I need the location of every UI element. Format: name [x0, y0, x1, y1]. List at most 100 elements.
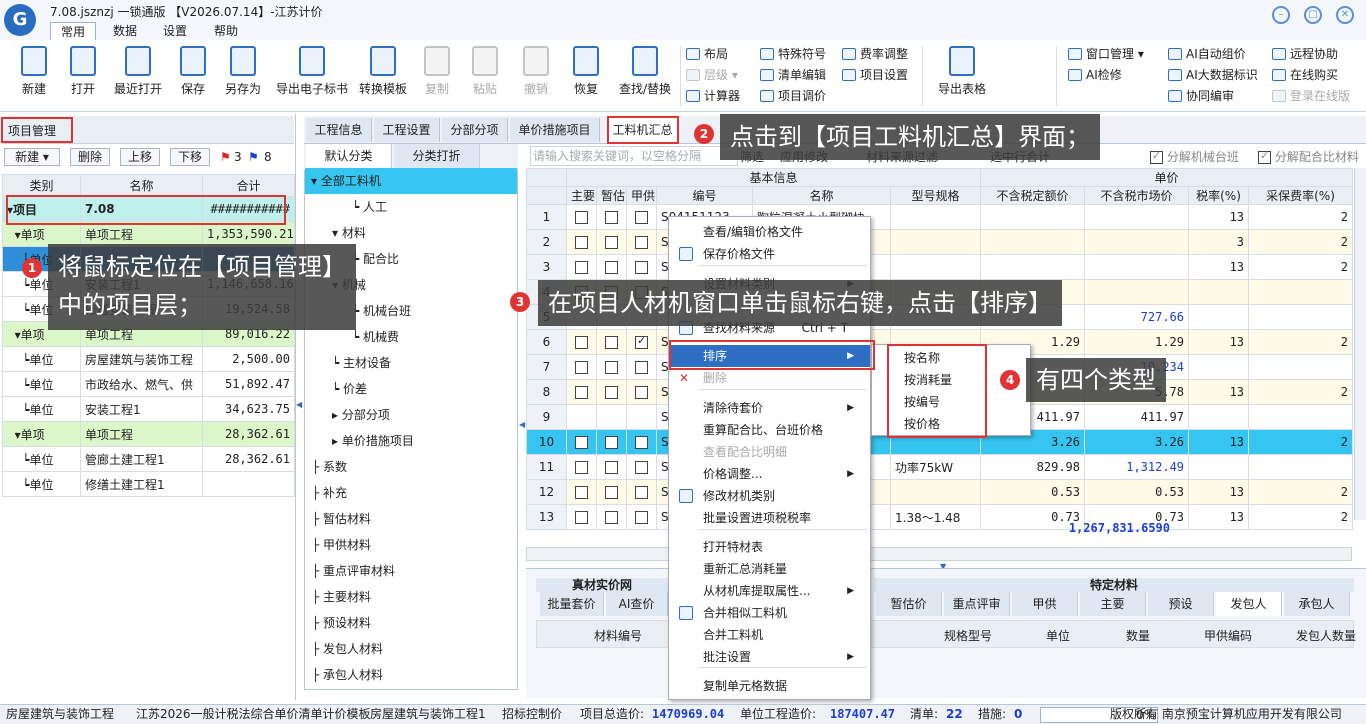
- tree-node[interactable]: ├ 系数: [312, 454, 347, 480]
- table-row[interactable]: ┕单位 安装工程1 34,623.75: [2, 396, 295, 422]
- tax-rate-cell[interactable]: [1188, 454, 1250, 480]
- table-row[interactable]: ┕单位 修缮土建工程1: [2, 471, 295, 497]
- tab-settings[interactable]: 设置: [152, 22, 198, 40]
- quota-price-cell[interactable]: [980, 254, 1086, 280]
- checkbox-cell[interactable]: [596, 454, 627, 480]
- fee-rate-cell[interactable]: 2: [1248, 229, 1354, 255]
- blue-flag-icon[interactable]: ⚑: [248, 150, 259, 164]
- checkbox-cell[interactable]: [566, 204, 597, 230]
- checkbox-cell[interactable]: [566, 504, 597, 530]
- special-tab[interactable]: 甲供: [1012, 592, 1078, 616]
- menu-item[interactable]: 合并工料机: [669, 624, 870, 646]
- grid-row[interactable]: 2S032: [526, 229, 1354, 255]
- market-price-cell[interactable]: 727.66: [1084, 304, 1190, 330]
- checkbox-cell[interactable]: [626, 429, 657, 455]
- menu-item[interactable]: 查看/编辑价格文件: [669, 221, 870, 243]
- menu-item[interactable]: 保存价格文件: [669, 243, 870, 265]
- fee-rate-cell[interactable]: [1248, 354, 1354, 380]
- remote-assist-button[interactable]: 远程协助: [1272, 44, 1338, 64]
- search-input[interactable]: 请输入搜索关键词，以空格分隔: [530, 146, 738, 166]
- special-tab[interactable]: 重点评审: [944, 592, 1010, 616]
- checkbox-cell[interactable]: [566, 454, 597, 480]
- tree-node[interactable]: ├ 承包人材料: [312, 662, 383, 688]
- market-price-cell[interactable]: [1084, 204, 1190, 230]
- table-row[interactable]: ┕单位 房屋建筑与装饰工程 2,500.00: [2, 346, 295, 372]
- ai-price-button[interactable]: AI查价: [606, 592, 668, 616]
- ai-auto-price-button[interactable]: AI自动组价: [1168, 44, 1246, 64]
- fee-rate-cell[interactable]: [1248, 454, 1354, 480]
- collapse-left-icon[interactable]: ◀: [296, 400, 302, 409]
- quota-price-cell[interactable]: [980, 204, 1086, 230]
- fee-rate-cell[interactable]: 2: [1248, 204, 1354, 230]
- checkbox-cell[interactable]: [626, 379, 657, 405]
- menu-item[interactable]: 修改材机类别: [669, 485, 870, 507]
- restore-icon[interactable]: ▢: [1304, 6, 1322, 24]
- fee-rate-cell[interactable]: 2: [1248, 379, 1354, 405]
- spec-cell[interactable]: [889, 254, 982, 280]
- grid-horizontal-scrollbar[interactable]: [526, 547, 1352, 561]
- tree-node[interactable]: ▾ 全部工料机: [305, 168, 517, 194]
- tree-node[interactable]: ┕ 机械台班: [352, 298, 411, 324]
- table-row[interactable]: ▾单项 单项工程 28,362.61: [2, 421, 295, 447]
- export-table-button[interactable]: 导出表格: [934, 44, 990, 108]
- fee-rate-cell[interactable]: 2: [1248, 429, 1354, 455]
- checkbox-cell[interactable]: [626, 204, 657, 230]
- checkbox-cell[interactable]: [566, 254, 597, 280]
- undo-button[interactable]: 撤销: [516, 44, 556, 108]
- fee-rate-cell[interactable]: [1248, 404, 1354, 430]
- checkbox-cell[interactable]: [626, 454, 657, 480]
- menu-item[interactable]: 价格调整... ▶: [669, 463, 870, 485]
- market-price-cell[interactable]: [1084, 254, 1190, 280]
- batch-price-button[interactable]: 批量套价: [540, 592, 604, 616]
- fee-rate-cell[interactable]: 2: [1248, 504, 1354, 530]
- grid-row[interactable]: 13S11.38～1.480.730.73132: [526, 504, 1354, 530]
- tab-help[interactable]: 帮助: [203, 22, 249, 40]
- col-name[interactable]: 名称: [752, 186, 891, 205]
- spec-cell[interactable]: [889, 479, 982, 505]
- menu-item[interactable]: 查看配合比明细: [669, 441, 870, 463]
- grid-row[interactable]: 12S00.530.53132: [526, 479, 1354, 505]
- project-settings-button[interactable]: 项目设置: [842, 65, 908, 85]
- checkbox-cell[interactable]: [566, 479, 597, 505]
- fee-rate-cell[interactable]: 2: [1248, 479, 1354, 505]
- menu-item[interactable]: 合并相似工料机: [669, 602, 870, 624]
- find-replace-button[interactable]: 查找/替换: [614, 44, 676, 108]
- save-as-button[interactable]: 另存为: [220, 44, 266, 108]
- grid-row[interactable]: 3S0132: [526, 254, 1354, 280]
- checkbox-cell[interactable]: [626, 329, 657, 355]
- tab-project-settings[interactable]: 工程设置: [374, 118, 440, 142]
- checkbox-cell[interactable]: [596, 354, 627, 380]
- checkbox-cell[interactable]: [566, 404, 597, 430]
- new-button[interactable]: 新建: [12, 44, 56, 108]
- menu-item[interactable]: 清除待套价 ▶: [669, 397, 870, 419]
- special-symbol-button[interactable]: 特殊符号: [760, 44, 826, 64]
- tree-node[interactable]: ▸ 分部分项: [332, 402, 390, 428]
- tree-node[interactable]: ├ 预设材料: [312, 610, 371, 636]
- project-price-adjust-button[interactable]: 项目调价: [760, 86, 826, 106]
- special-tab[interactable]: 承包人: [1284, 592, 1350, 616]
- menu-item[interactable]: ✕ 删除: [669, 367, 870, 389]
- tree-node[interactable]: ├ 发包人材料: [312, 636, 383, 662]
- convert-template-button[interactable]: 转换模板: [356, 44, 410, 108]
- special-tab[interactable]: 发包人: [1216, 592, 1282, 616]
- tax-rate-cell[interactable]: 3: [1188, 229, 1250, 255]
- tax-rate-cell[interactable]: [1188, 279, 1250, 305]
- special-tab[interactable]: 主要: [1080, 592, 1146, 616]
- checkbox-cell[interactable]: [596, 404, 627, 430]
- market-price-cell[interactable]: 1.29: [1084, 329, 1190, 355]
- fee-rate-cell[interactable]: 2: [1248, 254, 1354, 280]
- tree-node[interactable]: ├ 重点评审材料: [312, 558, 395, 584]
- tree-node[interactable]: ┕ 机械费: [352, 324, 399, 350]
- ai-check-button[interactable]: AI检修: [1068, 65, 1122, 85]
- table-row[interactable]: ┕单位 市政给水、燃气、供 51,892.47: [2, 371, 295, 397]
- quota-price-cell[interactable]: 829.98: [980, 454, 1086, 480]
- checkbox-cell[interactable]: [596, 379, 627, 405]
- col-quota-price[interactable]: 不含税定额价: [980, 186, 1086, 205]
- layout-button[interactable]: 布局: [686, 44, 728, 64]
- tab-project-info[interactable]: 工程信息: [306, 118, 372, 142]
- tree-node[interactable]: ├ 主要材料: [312, 584, 371, 610]
- list-edit-button[interactable]: 清单编辑: [760, 65, 826, 85]
- tax-rate-cell[interactable]: 13: [1188, 504, 1250, 530]
- open-button[interactable]: 打开: [62, 44, 104, 108]
- checkbox-cell[interactable]: [596, 229, 627, 255]
